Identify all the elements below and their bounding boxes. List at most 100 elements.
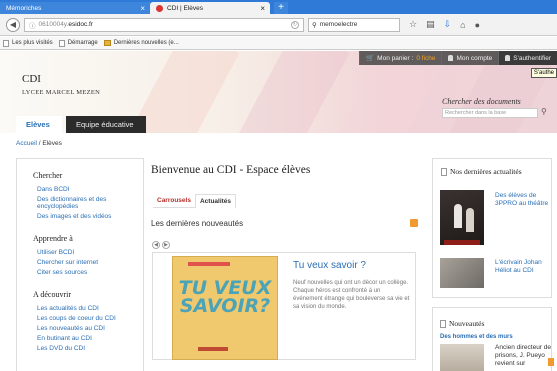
sidebar-link[interactable]: Les DVD du CDI bbox=[37, 345, 143, 352]
bookmark-item[interactable]: Démarrage bbox=[58, 39, 98, 47]
sidebar: Chercher Dans BCDI Des dictionnaires et … bbox=[16, 158, 144, 371]
browser-nav-bar: ◀ ⓘ 0610004y. esidoc.fr ↻ ⚲ memoelectre ☆… bbox=[0, 14, 557, 36]
search-icon[interactable]: ⚲ bbox=[541, 107, 547, 116]
site-title[interactable]: CDI bbox=[22, 73, 41, 85]
browser-tab-bar: Mémoriches × CDI | Elèves × + bbox=[0, 0, 557, 14]
bookmark-item[interactable]: Dernières nouvelles (e... bbox=[103, 40, 179, 46]
breadcrumb-current: Elèves bbox=[42, 140, 62, 147]
chat-icon[interactable]: ● bbox=[475, 20, 480, 30]
tab-label: Mémoriches bbox=[6, 4, 42, 12]
download-icon[interactable]: ⇩ bbox=[444, 19, 452, 30]
nouveautes-item-title[interactable]: Des hommes et des murs bbox=[440, 334, 513, 340]
browser-search-input[interactable]: ⚲ memoelectre bbox=[308, 17, 400, 32]
cart-button[interactable]: 🛒 Mon panier : 0 fiche bbox=[359, 51, 441, 65]
url-host: esidoc.fr bbox=[68, 21, 93, 28]
thumbnail-figure bbox=[454, 204, 462, 228]
carousel-prev-icon[interactable]: ◀ bbox=[152, 241, 160, 249]
sidebar-link[interactable]: Utiliser BCDI bbox=[37, 249, 143, 256]
bookmark-label: Démarrage bbox=[67, 40, 98, 46]
person-icon bbox=[505, 55, 511, 61]
new-tab-button[interactable]: + bbox=[274, 2, 288, 14]
tab-cdi-eleves[interactable]: CDI | Elèves × bbox=[150, 2, 270, 14]
bookmarks-bar: Les plus visités Démarrage Dernières nou… bbox=[0, 37, 557, 50]
cart-icon: 🛒 bbox=[366, 55, 375, 62]
nouveautes-heading: Nouveautés bbox=[440, 319, 484, 328]
sidebar-link[interactable]: Les nouveautés au CDI bbox=[37, 325, 143, 332]
breadcrumb: Accueil / Elèves bbox=[16, 140, 62, 147]
info-icon[interactable]: ⓘ bbox=[29, 20, 36, 30]
star-icon[interactable]: ☆ bbox=[409, 19, 417, 30]
carousel-arrows: ◀ ▶ bbox=[152, 241, 172, 249]
tab-equipe-educative[interactable]: Equipe éducative bbox=[66, 116, 146, 133]
login-label: S'authentifier bbox=[513, 54, 551, 62]
header-decoration bbox=[230, 51, 350, 133]
sidebar-link[interactable]: Dans BCDI bbox=[37, 186, 143, 193]
rss-icon[interactable] bbox=[410, 219, 418, 227]
login-button[interactable]: S'authentifier bbox=[498, 51, 557, 65]
sidebar-link[interactable]: En butinant au CDI bbox=[37, 335, 143, 342]
catalog-search-label: Chercher des documents bbox=[442, 97, 521, 106]
cart-count: 0 fiche bbox=[416, 54, 436, 62]
tab-memoriches[interactable]: Mémoriches × bbox=[0, 2, 150, 14]
page-icon bbox=[441, 167, 447, 176]
news-thumbnail-writer[interactable] bbox=[440, 258, 484, 288]
catalog-search-input[interactable]: Rechercher dans la base bbox=[442, 108, 538, 118]
thumbnail-figure bbox=[466, 208, 474, 232]
sidebar-heading: Chercher bbox=[33, 171, 63, 180]
folder-icon bbox=[103, 40, 111, 46]
book-cover-title: TU VEUX SAVOIR? bbox=[178, 277, 272, 317]
favicon-icon bbox=[156, 4, 163, 12]
bookmark-label: Dernières nouvelles (e... bbox=[113, 40, 179, 46]
tab-actualites[interactable]: Actualités bbox=[194, 194, 237, 208]
nouveautes-thumbnail[interactable] bbox=[440, 344, 484, 371]
page-icon bbox=[58, 39, 65, 47]
sidebar-heading: A découvrir bbox=[33, 290, 71, 299]
bookmark-label: Les plus visités bbox=[12, 40, 53, 46]
account-button[interactable]: Mon compte bbox=[441, 51, 498, 65]
news-link[interactable]: Des élèves de 3PPRO au théâtre bbox=[495, 192, 551, 208]
sidebar-link[interactable]: Des images et des vidéos bbox=[37, 213, 143, 220]
sidebar-link[interactable]: Chercher sur internet bbox=[37, 259, 143, 266]
news-heading: Nos dernières actualités bbox=[441, 167, 551, 176]
url-host-prefix: 0610004y. bbox=[38, 21, 69, 28]
back-icon[interactable]: ◀ bbox=[6, 17, 20, 32]
nouveautes-item-text: Ancien directeur de prisons, J. Pueyo re… bbox=[495, 344, 552, 367]
refresh-icon[interactable]: ↻ bbox=[291, 20, 299, 29]
news-heading-label: Nos dernières actualités bbox=[450, 167, 522, 176]
news-link[interactable]: L'écrivain Johan Héliot au CDI bbox=[495, 259, 551, 275]
content-tabs: Carrousels Actualités bbox=[153, 194, 237, 208]
rss-icon[interactable] bbox=[548, 358, 554, 366]
sidebar-heading: Apprendre à bbox=[33, 234, 73, 243]
book-cover-band bbox=[188, 262, 230, 266]
tooltip: S'authe bbox=[530, 68, 557, 78]
page-icon bbox=[440, 319, 446, 328]
close-tab-icon[interactable]: × bbox=[140, 4, 145, 13]
thumbnail-stage bbox=[444, 240, 480, 245]
slide-title-link[interactable]: Tu veux savoir ? bbox=[293, 260, 366, 271]
bookmark-list-icon[interactable]: ▤ bbox=[426, 19, 435, 30]
cart-label: Mon panier : bbox=[377, 54, 414, 62]
breadcrumb-separator: / bbox=[38, 140, 41, 147]
sidebar-link[interactable]: Les coups de coeur du CDI bbox=[37, 315, 143, 322]
user-top-bar: 🛒 Mon panier : 0 fiche Mon compte S'auth… bbox=[359, 51, 557, 65]
close-tab-icon[interactable]: × bbox=[260, 4, 265, 13]
bookmark-item[interactable]: Les plus visités bbox=[3, 39, 53, 47]
url-bar[interactable]: ⓘ 0610004y. esidoc.fr ↻ bbox=[24, 17, 304, 32]
section-title: Les dernières nouveautés bbox=[151, 219, 244, 228]
tab-eleves[interactable]: Elèves bbox=[16, 116, 62, 133]
news-thumbnail-theatre[interactable] bbox=[440, 190, 484, 245]
slide-description: Neuf nouvelles qui ont un décor un collè… bbox=[293, 280, 410, 310]
breadcrumb-home-link[interactable]: Accueil bbox=[16, 140, 37, 147]
sidebar-link[interactable]: Les actualités du CDI bbox=[37, 305, 143, 312]
site-subtitle: LYCEE MARCEL MEZEN bbox=[22, 89, 101, 96]
account-label: Mon compte bbox=[456, 54, 493, 62]
home-icon[interactable]: ⌂ bbox=[460, 20, 465, 30]
sidebar-link[interactable]: Citer ses sources bbox=[37, 269, 143, 276]
tab-carrousels[interactable]: Carrousels bbox=[153, 194, 195, 208]
search-icon: ⚲ bbox=[312, 21, 317, 29]
page-title: Bienvenue au CDI - Espace élèves bbox=[151, 164, 311, 176]
carousel-next-icon[interactable]: ▶ bbox=[162, 241, 170, 249]
tab-label: CDI | Elèves bbox=[167, 4, 204, 12]
book-cover-logo bbox=[198, 347, 228, 351]
sidebar-link[interactable]: Des dictionnaires et des encyclopédies bbox=[37, 196, 131, 210]
